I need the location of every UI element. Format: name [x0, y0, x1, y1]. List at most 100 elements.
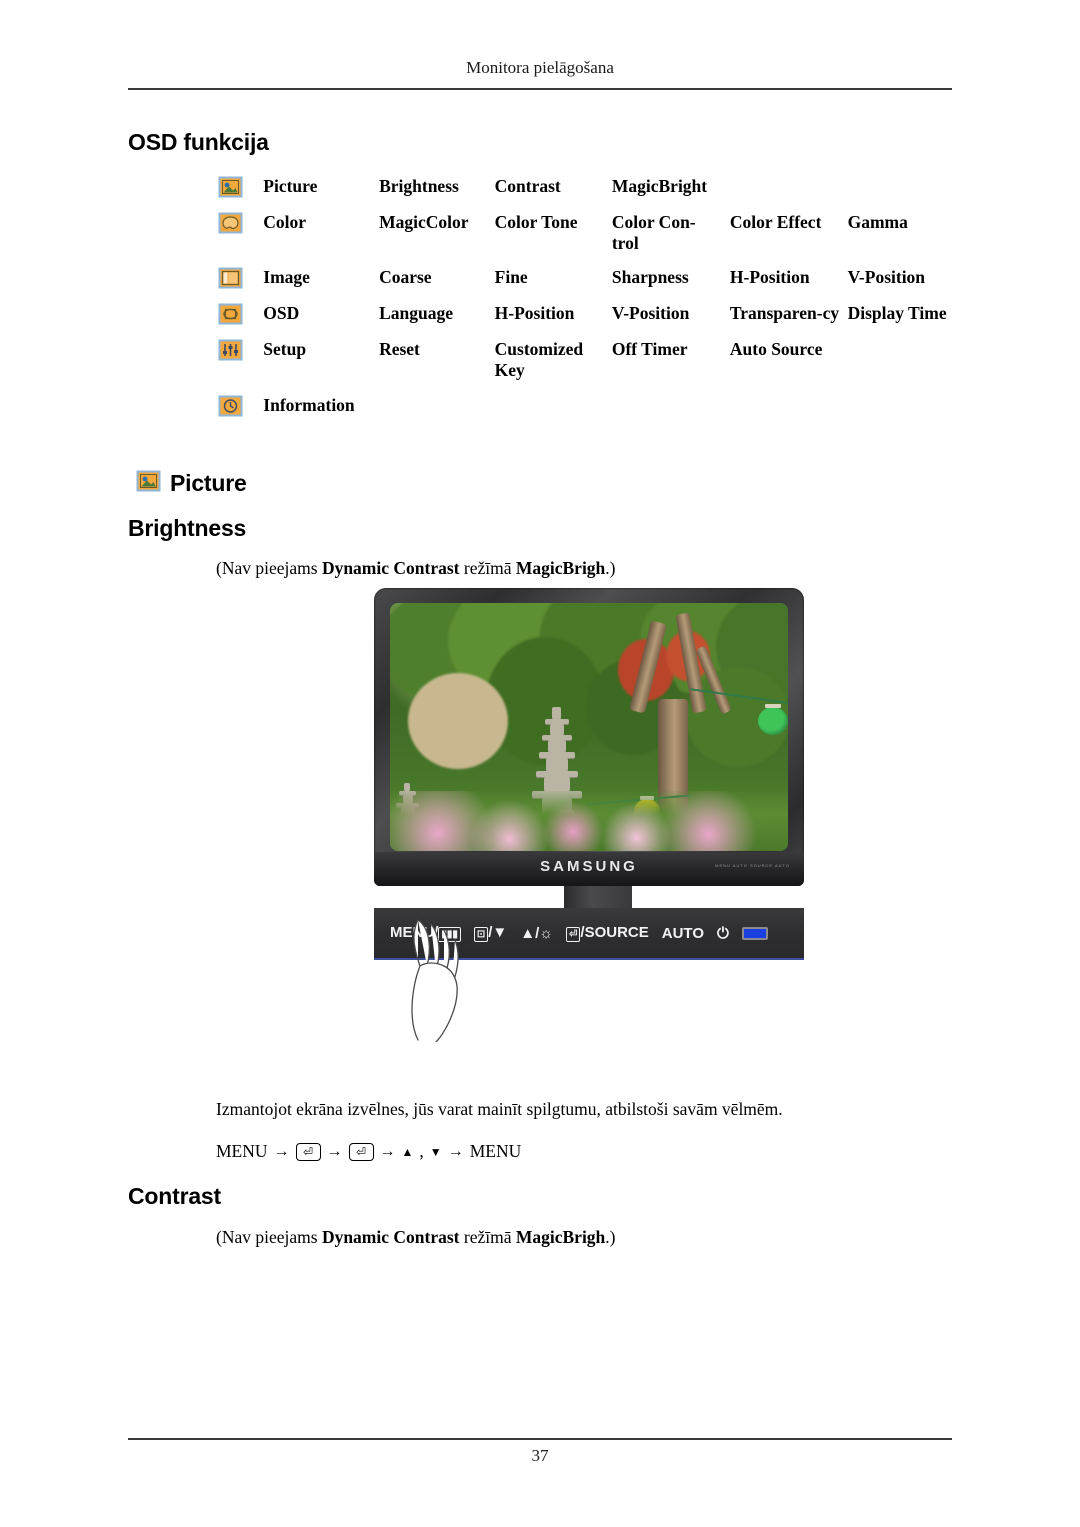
- menu-item: Language: [379, 303, 453, 324]
- menu-group-name: Color: [263, 212, 307, 232]
- brand-strip: SAMSUNG MENU AUTO SOURCE AUTO: [374, 852, 804, 886]
- lantern-green: [758, 704, 788, 735]
- picture-icon: [136, 470, 161, 492]
- page-number: 37: [531, 1446, 549, 1465]
- brightness-availability-note: (Nav pieejams Dynamic Contrast režīmā Ma…: [216, 557, 616, 581]
- arrow-icon: →: [447, 1143, 464, 1161]
- brightness-description: Izmantojot ekrāna izvēlnes, jūs varat ma…: [216, 1099, 783, 1119]
- menu-item: [379, 395, 495, 431]
- autumn-shrub: [408, 673, 508, 769]
- menu-item: [848, 339, 958, 394]
- menu-item: H-Position: [494, 303, 575, 324]
- note-bold-dynamic-contrast: Dynamic Contrast: [321, 1227, 460, 1247]
- enter-key-icon: ⏎: [348, 1142, 374, 1161]
- running-header: Monitora pielāgošana: [466, 58, 614, 77]
- menu-item: Brightness: [379, 176, 459, 196]
- section-heading-picture: Picture: [170, 470, 247, 496]
- auto-button[interactable]: AUTO: [662, 925, 704, 942]
- samsung-logo: SAMSUNG: [540, 858, 638, 875]
- note-mid: režīmā: [459, 558, 516, 578]
- row-icon-cell: [218, 339, 263, 394]
- menu-group-name: Setup: [263, 339, 307, 360]
- menu-group-name: Image: [263, 267, 310, 288]
- menu-item: MagicBright: [611, 176, 708, 196]
- monitor-bezel: SAMSUNG MENU AUTO SOURCE AUTO: [374, 588, 804, 886]
- enter-icon: ⏎: [566, 927, 581, 943]
- note-mid: režīmā: [459, 1227, 516, 1247]
- power-led-indicator: [741, 926, 768, 940]
- monitor-screen: [390, 603, 788, 851]
- menu-item: V-Position: [847, 267, 926, 288]
- note-prefix: (Nav pieejams: [216, 558, 322, 578]
- row-icon-cell: [218, 267, 263, 303]
- table-row: Color MagicColor Color Tone Color Con-tr…: [218, 212, 958, 267]
- enter-source-button[interactable]: ⏎/SOURCE: [566, 924, 649, 943]
- menu-item: H-Position: [729, 267, 810, 288]
- sliders-icon: [218, 339, 243, 361]
- menu-item: Off Timer: [611, 339, 688, 360]
- menu-item: Contrast: [494, 176, 561, 196]
- menu-item: Auto Source: [729, 339, 823, 360]
- note-bold-magicbright: MagicBrigh: [515, 558, 606, 578]
- menu-grid-icon: ▮▮▮: [438, 927, 461, 943]
- comma-separator: ,: [419, 1141, 424, 1161]
- menu-item: MagicColor: [379, 212, 469, 232]
- row-icon-cell: [218, 212, 263, 267]
- brightness-sun-icon: ☼: [539, 924, 554, 942]
- menu-item: Gamma: [847, 212, 908, 232]
- source-down-button[interactable]: ⊡/▼: [473, 924, 507, 943]
- menu-item: Transparen-cy: [729, 303, 840, 324]
- table-row: Setup Reset Customized Key Off Timer Aut…: [218, 339, 958, 394]
- monitor-illustration: SAMSUNG MENU AUTO SOURCE AUTO MENU/▮▮▮ ⊡…: [374, 588, 804, 1042]
- brightness-key-sequence: MENU → ⏎ → ⏎ → ▲ , ▼ → MENU: [216, 1140, 521, 1164]
- enter-key-icon: ⏎: [295, 1142, 321, 1161]
- image-panel-icon: [218, 267, 243, 289]
- menu-item: Coarse: [379, 267, 432, 288]
- section-heading-contrast: Contrast: [128, 1183, 221, 1209]
- up-arrow-icon: ▲: [401, 1144, 414, 1159]
- key-menu-start: MENU: [216, 1141, 268, 1161]
- menu-item: Color Tone: [494, 212, 578, 232]
- menu-item: V-Position: [611, 303, 690, 324]
- note-bold-magicbright: MagicBrigh: [515, 1227, 606, 1247]
- table-row: Picture Brightness Contrast MagicBright: [218, 176, 958, 212]
- note-suffix: .): [605, 1227, 616, 1247]
- menu-item: [848, 176, 958, 212]
- row-icon-cell: [218, 303, 263, 339]
- menu-item: Sharpness: [611, 267, 689, 288]
- down-arrow-icon: ▼: [429, 1144, 442, 1159]
- up-brightness-button[interactable]: ▲/☼: [520, 925, 553, 942]
- note-prefix: (Nav pieejams: [216, 1227, 322, 1247]
- bezel-microlabels: MENU AUTO SOURCE AUTO: [715, 863, 790, 868]
- table-row: Image Coarse Fine Sharpness H-Position V…: [218, 267, 958, 303]
- footer-divider: [128, 1438, 952, 1440]
- menu-button[interactable]: MENU/▮▮▮: [390, 924, 461, 943]
- enter-source-icon: ⊡: [473, 927, 489, 943]
- power-button[interactable]: ⏻: [717, 925, 729, 942]
- monitor-control-panel: MENU/▮▮▮ ⊡/▼ ▲/☼ ⏎/SOURCE AUTO ⏻: [374, 908, 804, 960]
- page-title: OSD funkcija: [128, 129, 269, 155]
- arrow-icon: →: [379, 1143, 396, 1161]
- table-row: OSD Language H-Position V-Position Trans…: [218, 303, 958, 339]
- menu-item: [848, 395, 958, 431]
- note-bold-dynamic-contrast: Dynamic Contrast: [321, 558, 460, 578]
- header-divider: [128, 88, 952, 90]
- section-heading-brightness: Brightness: [128, 515, 247, 541]
- menu-group-name: OSD: [263, 303, 300, 324]
- menu-group-name: Picture: [263, 176, 318, 196]
- menu-item: [730, 395, 848, 431]
- menu-item: [730, 176, 848, 212]
- row-icon-cell: [218, 395, 263, 431]
- menu-item: [495, 395, 612, 431]
- row-icon-cell: [218, 176, 263, 212]
- note-suffix: .): [605, 558, 616, 578]
- key-menu-end: MENU: [469, 1141, 522, 1161]
- table-row: Information: [218, 395, 958, 431]
- flower-bed: [390, 791, 788, 851]
- osd-box-icon: [218, 303, 243, 325]
- arrow-icon: →: [326, 1143, 343, 1161]
- menu-group-name: Information: [263, 394, 355, 415]
- menu-item: Color Effect: [729, 212, 822, 232]
- arrow-icon: →: [273, 1143, 290, 1161]
- menu-item: Customized Key: [494, 339, 584, 380]
